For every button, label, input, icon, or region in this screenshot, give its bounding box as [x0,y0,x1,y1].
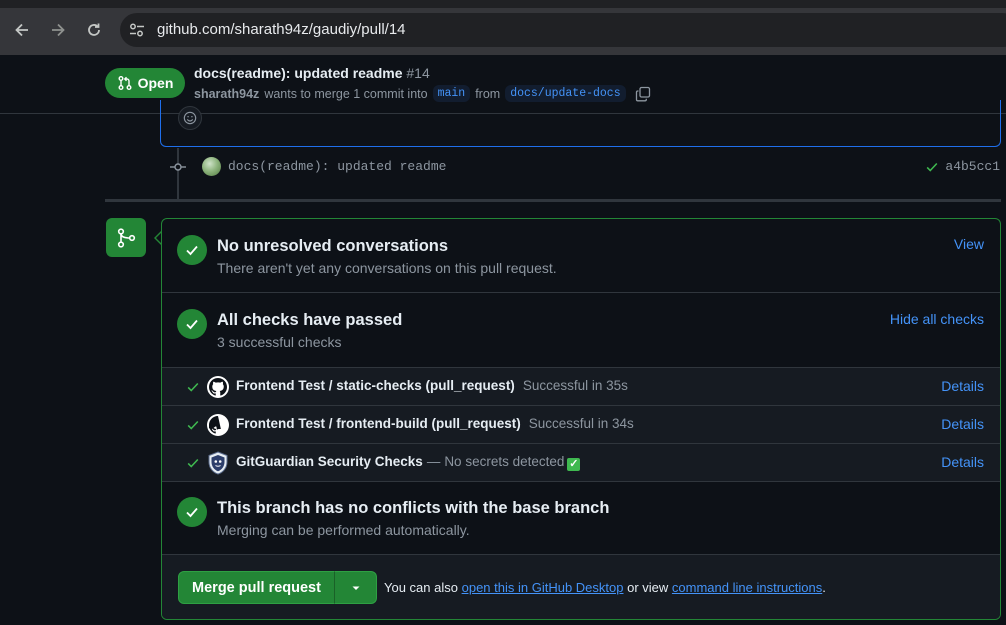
pr-state-badge: Open [105,68,185,98]
add-reaction-icon[interactable] [178,106,202,130]
hide-all-checks-link[interactable]: Hide all checks [890,311,984,327]
or-view-text: or view [627,580,669,595]
merge-box: No unresolved conversations There aren't… [161,218,1001,620]
view-conversations-link[interactable]: View [954,236,984,252]
check-title: GitGuardian Security Checks [236,454,423,469]
command-line-instructions-link[interactable]: command line instructions [672,580,822,595]
conflicts-subtitle: Merging can be performed automatically. [217,522,470,538]
check-status: Successful in 34s [528,416,634,431]
github-logo-icon [207,414,229,436]
success-check-icon [177,497,207,527]
git-merge-icon [106,218,146,257]
check-title: Frontend Test / static-checks (pull_requ… [236,378,515,393]
reload-icon[interactable] [84,20,104,40]
tab-strip [0,0,1006,8]
conflicts-section: This branch has no conflicts with the ba… [162,482,1000,555]
check-row: Frontend Test / frontend-build (pull_req… [162,406,1000,444]
back-arrow-icon[interactable] [12,20,32,40]
pr-from-text: from [475,86,501,101]
previous-comment-box [160,100,1001,147]
conversations-section: No unresolved conversations There aren't… [162,219,1000,293]
check-status: No secrets detected [444,454,565,469]
git-commit-icon [170,163,186,171]
check-details-link[interactable]: Details [941,454,984,470]
conversations-subtitle: There aren't yet any conversations on th… [217,260,557,276]
forward-arrow-icon[interactable] [48,20,68,40]
conversations-title: No unresolved conversations [217,237,449,255]
commit-sha-link[interactable]: a4b5cc1 [945,159,1000,174]
check-status: Successful in 35s [522,378,628,393]
merge-pull-request-button[interactable]: Merge pull request [178,571,335,604]
success-check-icon [177,235,207,265]
url-host: github.com [157,21,231,38]
checks-title: All checks have passed [217,311,403,329]
merge-method-dropdown[interactable] [334,571,377,604]
check-name: GitGuardian Security Checks — No secrets d… [236,454,581,471]
check-details-link[interactable]: Details [941,378,984,394]
site-settings-icon[interactable] [127,20,147,40]
conflicts-title: This branch has no conflicts with the ba… [217,499,610,517]
commit-status: a4b5cc1 [925,159,1000,174]
url-text[interactable]: github.com/sharath94z/gaudiy/pull/14 [157,21,406,38]
check-icon[interactable] [925,160,939,174]
checks-subtitle: 3 successful checks [217,334,342,350]
triangle-down-icon [352,586,359,590]
pull-request-icon [118,76,132,90]
github-logo-icon [207,376,229,398]
browser-toolbar: github.com/sharath94z/gaudiy/pull/14 [0,0,1006,55]
pr-author-link[interactable]: sharath94z [194,87,259,101]
pr-number: #14 [406,65,430,81]
pr-merge-text: wants to merge 1 commit into [264,86,428,101]
pr-state-label: Open [137,75,174,91]
check-icon [187,382,199,392]
pr-title-text: docs(readme): updated readme [194,65,403,81]
check-icon [187,458,199,468]
check-title: Frontend Test / frontend-build (pull_req… [236,416,521,431]
check-dash: — [426,454,441,469]
url-path: /sharath94z/gaudiy/pull/14 [230,21,406,38]
check-icon [187,420,199,430]
checks-section: All checks have passed 3 successful chec… [162,293,1000,368]
gitguardian-logo-icon [208,451,228,475]
check-details-link[interactable]: Details [941,416,984,432]
commit-message-link[interactable]: docs(readme): updated readme [228,159,446,174]
also-text: You can also [384,580,458,595]
merge-actions: Merge pull request You can also open thi… [162,555,1000,619]
check-row: Frontend Test / static-checks (pull_requ… [162,368,1000,406]
timeline-divider [105,199,1001,202]
avatar[interactable] [202,157,221,176]
success-check-icon [177,309,207,339]
open-github-desktop-link[interactable]: open this in GitHub Desktop [462,580,624,595]
pr-title: docs(readme): updated readme #14 [194,65,430,81]
timeline-line [177,148,179,200]
merge-alternatives-text: You can also open this in GitHub Desktop… [384,580,826,595]
check-name: Frontend Test / frontend-build (pull_req… [236,416,634,431]
check-mark-button-icon: ✓ [567,458,581,471]
check-row: GitGuardian Security Checks — No secrets d… [162,444,1000,482]
check-name: Frontend Test / static-checks (pull_requ… [236,378,628,393]
period-text: . [822,580,826,595]
